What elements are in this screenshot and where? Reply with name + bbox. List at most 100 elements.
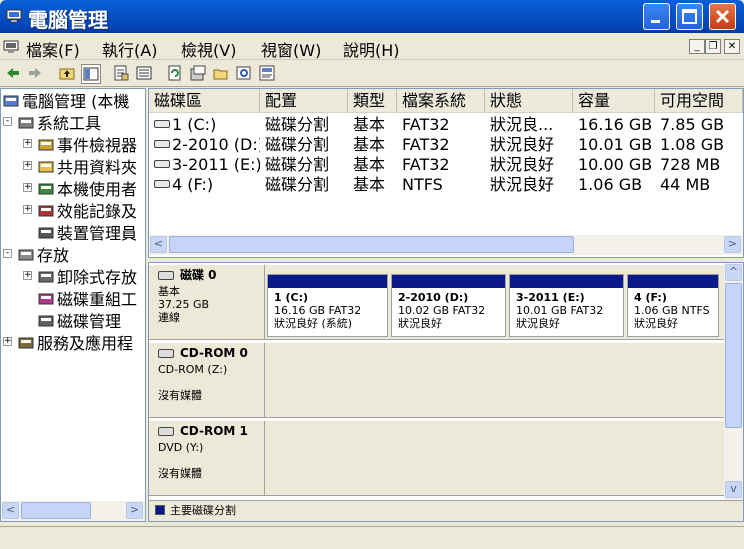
cell-filesystem-text: NTFS (402, 175, 443, 194)
tree-item[interactable]: 卸除式存放 (38, 267, 137, 289)
view-button[interactable] (135, 64, 155, 84)
tree-item[interactable]: 效能記錄及 (38, 201, 137, 223)
list-horizontal-scrollbar[interactable]: < > (149, 235, 743, 255)
menu-window[interactable]: 視窗(W) (261, 37, 321, 61)
disk-row[interactable]: CD-ROM 1 DVD (Y:) 沒有媒體 (149, 421, 724, 496)
refresh-button[interactable] (166, 64, 186, 84)
tree-item[interactable]: 裝置管理員 (38, 223, 137, 245)
cell-type: 基本 (348, 115, 397, 135)
partition-block[interactable]: 1 (C:) 16.16 GB FAT32 狀況良好 (系統) (267, 274, 388, 337)
column-free-space[interactable]: 可用空間 (655, 89, 743, 113)
child-minimize-button[interactable]: _ (689, 39, 705, 54)
cell-filesystem-text: FAT32 (402, 155, 450, 174)
show-tree-icon (83, 67, 99, 81)
minimize-button[interactable] (643, 3, 670, 30)
child-restore-button[interactable]: ❐ (705, 39, 721, 54)
properties-button[interactable] (112, 64, 132, 84)
disk-label[interactable]: CD-ROM 0 CD-ROM (Z:) 沒有媒體 (149, 343, 265, 418)
maximize-button[interactable] (676, 3, 703, 30)
expand-icon[interactable]: + (23, 183, 32, 192)
scroll-right-button[interactable]: > (126, 502, 143, 519)
disk-area[interactable] (265, 421, 724, 496)
disk-row[interactable]: 磁碟 0 基本 37.25 GB 連線 1 (C:) 16.16 GB FAT32 狀況良好… (149, 265, 724, 340)
tree-horizontal-scrollbar[interactable]: < > (1, 501, 145, 521)
disk-label[interactable]: 磁碟 0 基本 37.25 GB 連線 (149, 265, 265, 340)
volume-row[interactable]: 4 (F:) 磁碟分割 基本 NTFS 狀況良好 1.06 GB 44 MB (149, 175, 743, 195)
console-tree[interactable]: 電腦管理 (本機 - 系統工具 + 事件檢視器 + 共用資料夾 + 本機使用者 + 效能記錄及 裝置管… (0, 88, 146, 522)
help-button[interactable] (258, 64, 278, 84)
tree-item[interactable]: 服務及應用程 (18, 333, 133, 355)
volume-row[interactable]: 1 (C:) 磁碟分割 基本 FAT32 狀況良... 16.16 GB 7.85 GB (149, 115, 743, 135)
tree-item[interactable]: 磁碟重組工 (38, 289, 137, 311)
properties-icon (114, 65, 129, 81)
menu-action[interactable]: 執行(A) (102, 37, 157, 61)
tree-item[interactable]: 電腦管理 (本機 (3, 91, 129, 113)
show-tree-button[interactable] (81, 64, 101, 84)
column-status[interactable]: 狀態 (485, 89, 573, 113)
menu-help[interactable]: 說明(H) (343, 37, 400, 61)
scroll-down-button[interactable]: v (725, 481, 742, 498)
child-close-button[interactable]: ✕ (724, 39, 740, 54)
volume-row[interactable]: 2-2010 (D:) 磁碟分割 基本 FAT32 狀況良好 10.01 GB 1.08 G… (149, 135, 743, 155)
scroll-left-button[interactable]: < (150, 236, 167, 253)
disk-area[interactable] (265, 343, 724, 418)
back-button[interactable] (4, 64, 24, 84)
column-type[interactable]: 類型 (348, 89, 397, 113)
partition-block[interactable]: 3-2011 (E:) 10.01 GB FAT32 狀況良好 (509, 274, 624, 337)
expand-icon[interactable]: + (3, 337, 12, 346)
cell-free-space-text: 728 MB (660, 155, 721, 174)
cell-filesystem: FAT32 (397, 135, 485, 155)
partition-text: 2-2010 (D:) 10.02 GB FAT32 狀況良好 (392, 288, 505, 330)
storage-icon (18, 247, 34, 263)
menu-file[interactable]: 檔案(F) (26, 37, 80, 61)
scroll-thumb[interactable] (725, 283, 742, 428)
event-viewer-icon (38, 137, 54, 153)
scroll-right-button[interactable]: > (724, 236, 741, 253)
expand-icon[interactable]: + (23, 205, 32, 214)
scroll-left-button[interactable]: < (2, 502, 19, 519)
child-window-icon[interactable] (3, 40, 19, 54)
partition-block[interactable]: 2-2010 (D:) 10.02 GB FAT32 狀況良好 (391, 274, 506, 337)
scroll-thumb[interactable] (169, 236, 574, 253)
expand-icon[interactable]: + (23, 139, 32, 148)
cell-volume: 2-2010 (D:) (149, 135, 260, 155)
collapse-icon[interactable]: - (3, 249, 12, 258)
column-capacity[interactable]: 容量 (573, 89, 655, 113)
tree-item[interactable]: 本機使用者 (38, 179, 137, 201)
up-button[interactable] (58, 64, 78, 84)
open-button[interactable] (212, 64, 232, 84)
partition-info: 10.02 GB FAT32 (398, 304, 486, 317)
map-vertical-scrollbar[interactable]: ^ v (724, 263, 743, 500)
export-button[interactable] (189, 64, 209, 84)
partition-text: 3-2011 (E:) 10.01 GB FAT32 狀況良好 (510, 288, 623, 330)
column-volume[interactable]: 磁碟區 (149, 89, 260, 113)
expand-icon[interactable]: + (23, 161, 32, 170)
disk-area[interactable]: 1 (C:) 16.16 GB FAT32 狀況良好 (系統) 2-2010 (D:)… (265, 265, 724, 340)
menu-bar: 檔案(F) 執行(A) 檢視(V) 視窗(W) 說明(H) _ ❐ ✕ (0, 33, 744, 60)
menu-view[interactable]: 檢視(V) (181, 37, 236, 61)
disk-label[interactable]: CD-ROM 1 DVD (Y:) 沒有媒體 (149, 421, 265, 496)
tree-item[interactable]: 磁碟管理 (38, 311, 121, 333)
cd-rom-icon (158, 427, 174, 436)
expand-icon[interactable]: + (23, 271, 32, 280)
partition-block[interactable]: 4 (F:) 1.06 GB NTFS 狀況良好 (627, 274, 719, 337)
forward-button[interactable] (26, 64, 46, 84)
search-button[interactable] (235, 64, 255, 84)
close-button[interactable] (709, 3, 736, 30)
tree-item[interactable]: 共用資料夾 (38, 157, 137, 179)
tree-item[interactable]: 事件檢視器 (38, 135, 137, 157)
scroll-thumb[interactable] (21, 502, 91, 519)
volume-list[interactable]: 磁碟區 配置 類型 檔案系統 狀態 容量 可用空間 1 (C:) 磁碟分割 基本 FA… (148, 88, 744, 258)
tree-item[interactable]: 存放 (18, 245, 69, 267)
cell-layout: 磁碟分割 (260, 155, 348, 175)
column-layout[interactable]: 配置 (260, 89, 348, 113)
disk-map[interactable]: 磁碟 0 基本 37.25 GB 連線 1 (C:) 16.16 GB FAT32 狀況良好… (148, 262, 744, 522)
collapse-icon[interactable]: - (3, 117, 12, 126)
partition-status: 狀況良好 (系統) (274, 317, 353, 330)
column-filesystem[interactable]: 檔案系統 (397, 89, 485, 113)
volume-row[interactable]: 3-2011 (E:) 磁碟分割 基本 FAT32 狀況良好 10.00 GB 728 MB (149, 155, 743, 175)
scroll-up-button[interactable]: ^ (725, 264, 742, 281)
disk-row[interactable]: CD-ROM 0 CD-ROM (Z:) 沒有媒體 (149, 343, 724, 418)
tree-item[interactable]: 系統工具 (18, 113, 101, 135)
